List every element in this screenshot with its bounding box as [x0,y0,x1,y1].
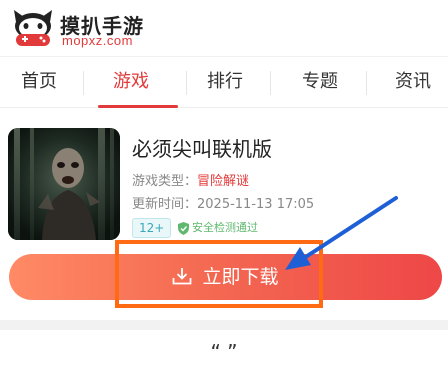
game-title: 必须尖叫联机版 [132,137,272,161]
nav-separator [270,71,271,95]
download-icon [173,267,192,284]
nav-item-news[interactable]: 资讯 [378,57,448,109]
safety-badge-label: 安全检测通过 [192,221,258,234]
game-type-row: 游戏类型：冒险解谜 [132,170,249,189]
site-header: 摸扒手游 mopxz.com [0,0,448,56]
safety-badge: 安全检测通过 [178,218,258,238]
update-time-value: 2025-11-13 17:05 [197,197,315,212]
download-button[interactable]: 立即下载 [9,254,442,300]
update-time-row: 更新时间：2025-11-13 17:05 [132,193,314,212]
quote-marks: “ ” [210,340,238,364]
logo-text-domain: mopxz.com [62,33,133,48]
game-type-value[interactable]: 冒险解谜 [197,174,249,189]
section-divider [0,320,448,330]
download-button-label: 立即下载 [202,266,279,288]
nav-item-topics[interactable]: 专题 [285,57,355,109]
nav-item-ranking[interactable]: 排行 [190,57,260,109]
nav-separator [186,71,187,95]
nav-separator [83,71,84,95]
game-type-label: 游戏类型： [132,174,198,189]
nav-item-home[interactable]: 首页 [4,57,74,109]
main-nav: 首页 游戏 排行 专题 资讯 [0,56,448,108]
shield-check-icon [178,221,189,235]
update-time-label: 更新时间： [132,197,198,212]
horror-face-illustration [8,128,120,240]
site-logo[interactable]: 摸扒手游 mopxz.com [10,6,150,50]
age-rating-badge: 12+ [132,218,172,238]
cat-mascot-icon [14,10,52,46]
nav-item-games[interactable]: 游戏 [96,57,166,109]
nav-separator [366,71,367,95]
game-cover-image[interactable] [8,128,120,240]
